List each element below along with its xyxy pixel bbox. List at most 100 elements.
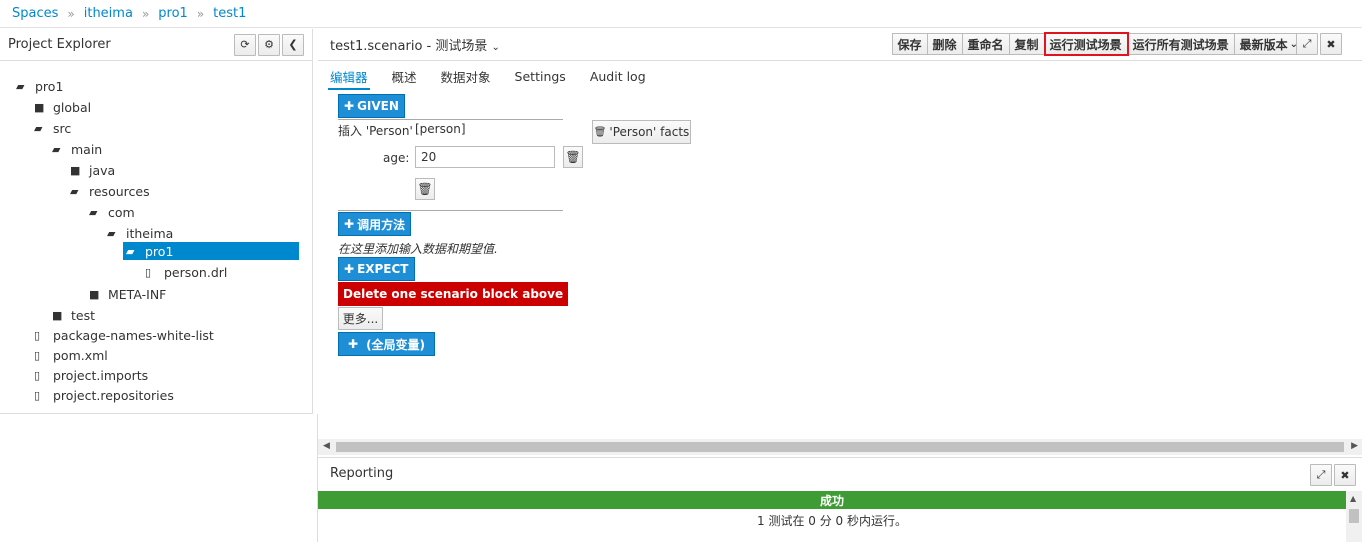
test-status-bar: 成功 xyxy=(318,491,1346,509)
gear-icon[interactable]: ⚙ xyxy=(258,33,280,56)
scroll-right-icon[interactable]: ▶ xyxy=(1351,441,1358,451)
tree-item-global[interactable]: ■ global xyxy=(34,98,91,116)
divider xyxy=(338,119,563,120)
delete-button[interactable]: 删除 xyxy=(927,33,963,55)
scrollbar-thumb[interactable] xyxy=(1349,509,1359,523)
insert-fact-label[interactable]: 插入 'Person' xyxy=(338,122,413,139)
file-icon: ▯ xyxy=(34,328,41,342)
test-run-message: 1 测试在 0 分 0 秒内运行。 xyxy=(757,513,907,528)
tab-overview[interactable]: 概述 xyxy=(392,62,417,90)
delete-field-trash-icon[interactable]: 🗑 xyxy=(563,146,583,168)
horizontal-scrollbar[interactable]: ◀ ▶ xyxy=(318,439,1362,455)
folder-open-icon: ▰ xyxy=(70,184,79,198)
folder-icon: ■ xyxy=(52,308,63,322)
run-scenario-button[interactable]: 运行测试场景 xyxy=(1043,32,1129,56)
project-explorer-title: Project Explorer xyxy=(8,37,111,52)
person-facts-button[interactable]: 🗑 'Person' facts xyxy=(592,120,691,144)
tab-data-objects[interactable]: 数据对象 xyxy=(441,62,491,90)
folder-open-icon: ▰ xyxy=(126,244,135,258)
editor-header: test1.scenario - 测试场景 ⌄ 保存 删除 重命名 复制 运行测… xyxy=(318,29,1362,61)
folder-open-icon: ▰ xyxy=(52,142,61,156)
delete-scenario-block-button[interactable]: Delete one scenario block above xyxy=(338,282,569,306)
refresh-icon[interactable]: ⟳ xyxy=(234,33,256,56)
folder-icon: ■ xyxy=(70,163,81,177)
rename-button[interactable]: 重命名 xyxy=(962,33,1010,55)
latest-version-dropdown[interactable]: 最新版本 ⌄ xyxy=(1234,33,1304,55)
tree-item-pom-xml[interactable]: ▯ pom.xml xyxy=(34,346,108,364)
tree-item-meta-inf[interactable]: ■ META-INF xyxy=(89,285,166,303)
tree-item-person-drl[interactable]: ▯ person.drl xyxy=(145,263,227,281)
chevron-down-icon: ⌄ xyxy=(491,42,500,53)
tab-settings[interactable]: Settings xyxy=(515,62,566,90)
fact-variable-label: [person] xyxy=(415,122,466,136)
breadcrumb-separator: » xyxy=(196,6,205,21)
breadcrumb-asset-test1[interactable]: test1 xyxy=(213,6,246,21)
folder-open-icon: ▰ xyxy=(89,205,98,219)
tab-editor[interactable]: 编辑器 xyxy=(328,62,370,90)
reporting-header: Reporting ⤢ ✖ xyxy=(318,457,1362,489)
close-icon[interactable]: ✖ xyxy=(1334,464,1356,486)
plus-icon: ✚ xyxy=(344,262,355,276)
collapse-panel-icon[interactable]: ❮ xyxy=(282,33,304,56)
folder-icon: ■ xyxy=(34,100,45,114)
file-icon: ▯ xyxy=(34,368,41,382)
tree-item-pro1[interactable]: ▰ pro1 xyxy=(16,77,63,95)
delete-fact-trash-icon[interactable]: 🗑 xyxy=(415,178,435,200)
breadcrumb-separator: » xyxy=(67,6,75,21)
project-explorer-panel: Project Explorer ⟳ ⚙ ❮ ▰ pro1 ■ global ▰ sr… xyxy=(0,29,313,414)
plus-icon: ✚ xyxy=(344,99,355,113)
tab-audit-log[interactable]: Audit log xyxy=(590,62,646,90)
add-given-button[interactable]: ✚ GIVEN xyxy=(338,94,405,118)
tree-item-pro1-selected[interactable]: ▰ pro1 xyxy=(123,242,299,260)
add-globals-button[interactable]: ✚ (全局变量) xyxy=(338,332,436,356)
age-field-label: age: xyxy=(383,151,410,165)
file-icon: ▯ xyxy=(34,348,41,362)
call-method-button[interactable]: ✚ 调用方法 xyxy=(338,212,412,236)
editor-title[interactable]: test1.scenario - 测试场景 ⌄ xyxy=(330,35,500,54)
left-panel-empty-area xyxy=(0,414,318,542)
editor-tabs: 编辑器 概述 数据对象 Settings Audit log xyxy=(318,62,1362,90)
folder-open-icon: ▰ xyxy=(34,121,43,135)
project-explorer-header: Project Explorer ⟳ ⚙ ❮ xyxy=(0,29,312,61)
hint-text: 在这里添加输入数据和期望值. xyxy=(338,242,498,256)
breadcrumb-separator: » xyxy=(141,6,150,21)
scroll-left-icon[interactable]: ◀ xyxy=(323,441,330,451)
breadcrumb-space-itheima[interactable]: itheima xyxy=(84,6,133,21)
file-icon: ▯ xyxy=(34,388,41,402)
copy-button[interactable]: 复制 xyxy=(1009,33,1045,55)
divider xyxy=(338,210,563,211)
tree-item-project-imports[interactable]: ▯ project.imports xyxy=(34,366,148,384)
breadcrumb: Spaces » itheima » pro1 » test1 xyxy=(0,0,1362,28)
maximize-icon[interactable]: ⤢ xyxy=(1296,33,1318,55)
tree-item-resources[interactable]: ▰ resources xyxy=(70,182,150,200)
folder-open-icon: ▰ xyxy=(16,79,25,93)
age-field[interactable]: 20 xyxy=(415,146,555,168)
tree-item-test[interactable]: ■ test xyxy=(52,306,95,324)
save-button[interactable]: 保存 xyxy=(891,33,928,55)
editor-toolbar: 保存 删除 重命名 复制 运行测试场景 运行所有测试场景 最新版本 ⌄ xyxy=(891,32,1304,56)
plus-icon: ✚ xyxy=(344,217,355,231)
folder-open-icon: ▰ xyxy=(107,226,116,240)
tree-item-main[interactable]: ▰ main xyxy=(52,140,102,158)
breadcrumb-spaces[interactable]: Spaces xyxy=(12,6,58,21)
reporting-title: Reporting xyxy=(330,466,394,481)
run-all-scenarios-button[interactable]: 运行所有测试场景 xyxy=(1127,33,1235,55)
file-icon: ▯ xyxy=(145,265,152,279)
add-expect-button[interactable]: ✚ EXPECT xyxy=(338,257,415,281)
scroll-up-icon[interactable]: ▲ xyxy=(1350,494,1356,503)
scrollbar-thumb[interactable] xyxy=(336,442,1344,452)
maximize-icon[interactable]: ⤢ xyxy=(1310,464,1332,486)
close-icon[interactable]: ✖ xyxy=(1320,33,1342,55)
vertical-scrollbar[interactable]: ▲ xyxy=(1346,491,1362,542)
tree-item-com[interactable]: ▰ com xyxy=(89,203,135,221)
trash-icon: 🗑 xyxy=(593,126,607,138)
folder-icon: ■ xyxy=(89,287,100,301)
tree-item-package-names-white-list[interactable]: ▯ package-names-white-list xyxy=(34,326,214,344)
tree-item-src[interactable]: ▰ src xyxy=(34,119,71,137)
more-button[interactable]: 更多... xyxy=(338,307,383,330)
tree-item-itheima[interactable]: ▰ itheima xyxy=(107,224,173,242)
breadcrumb-project-pro1[interactable]: pro1 xyxy=(158,6,188,21)
tree-item-java[interactable]: ■ java xyxy=(70,161,115,179)
tree-item-project-repositories[interactable]: ▯ project.repositories xyxy=(34,386,174,404)
plus-icon: ✚ xyxy=(348,337,359,351)
